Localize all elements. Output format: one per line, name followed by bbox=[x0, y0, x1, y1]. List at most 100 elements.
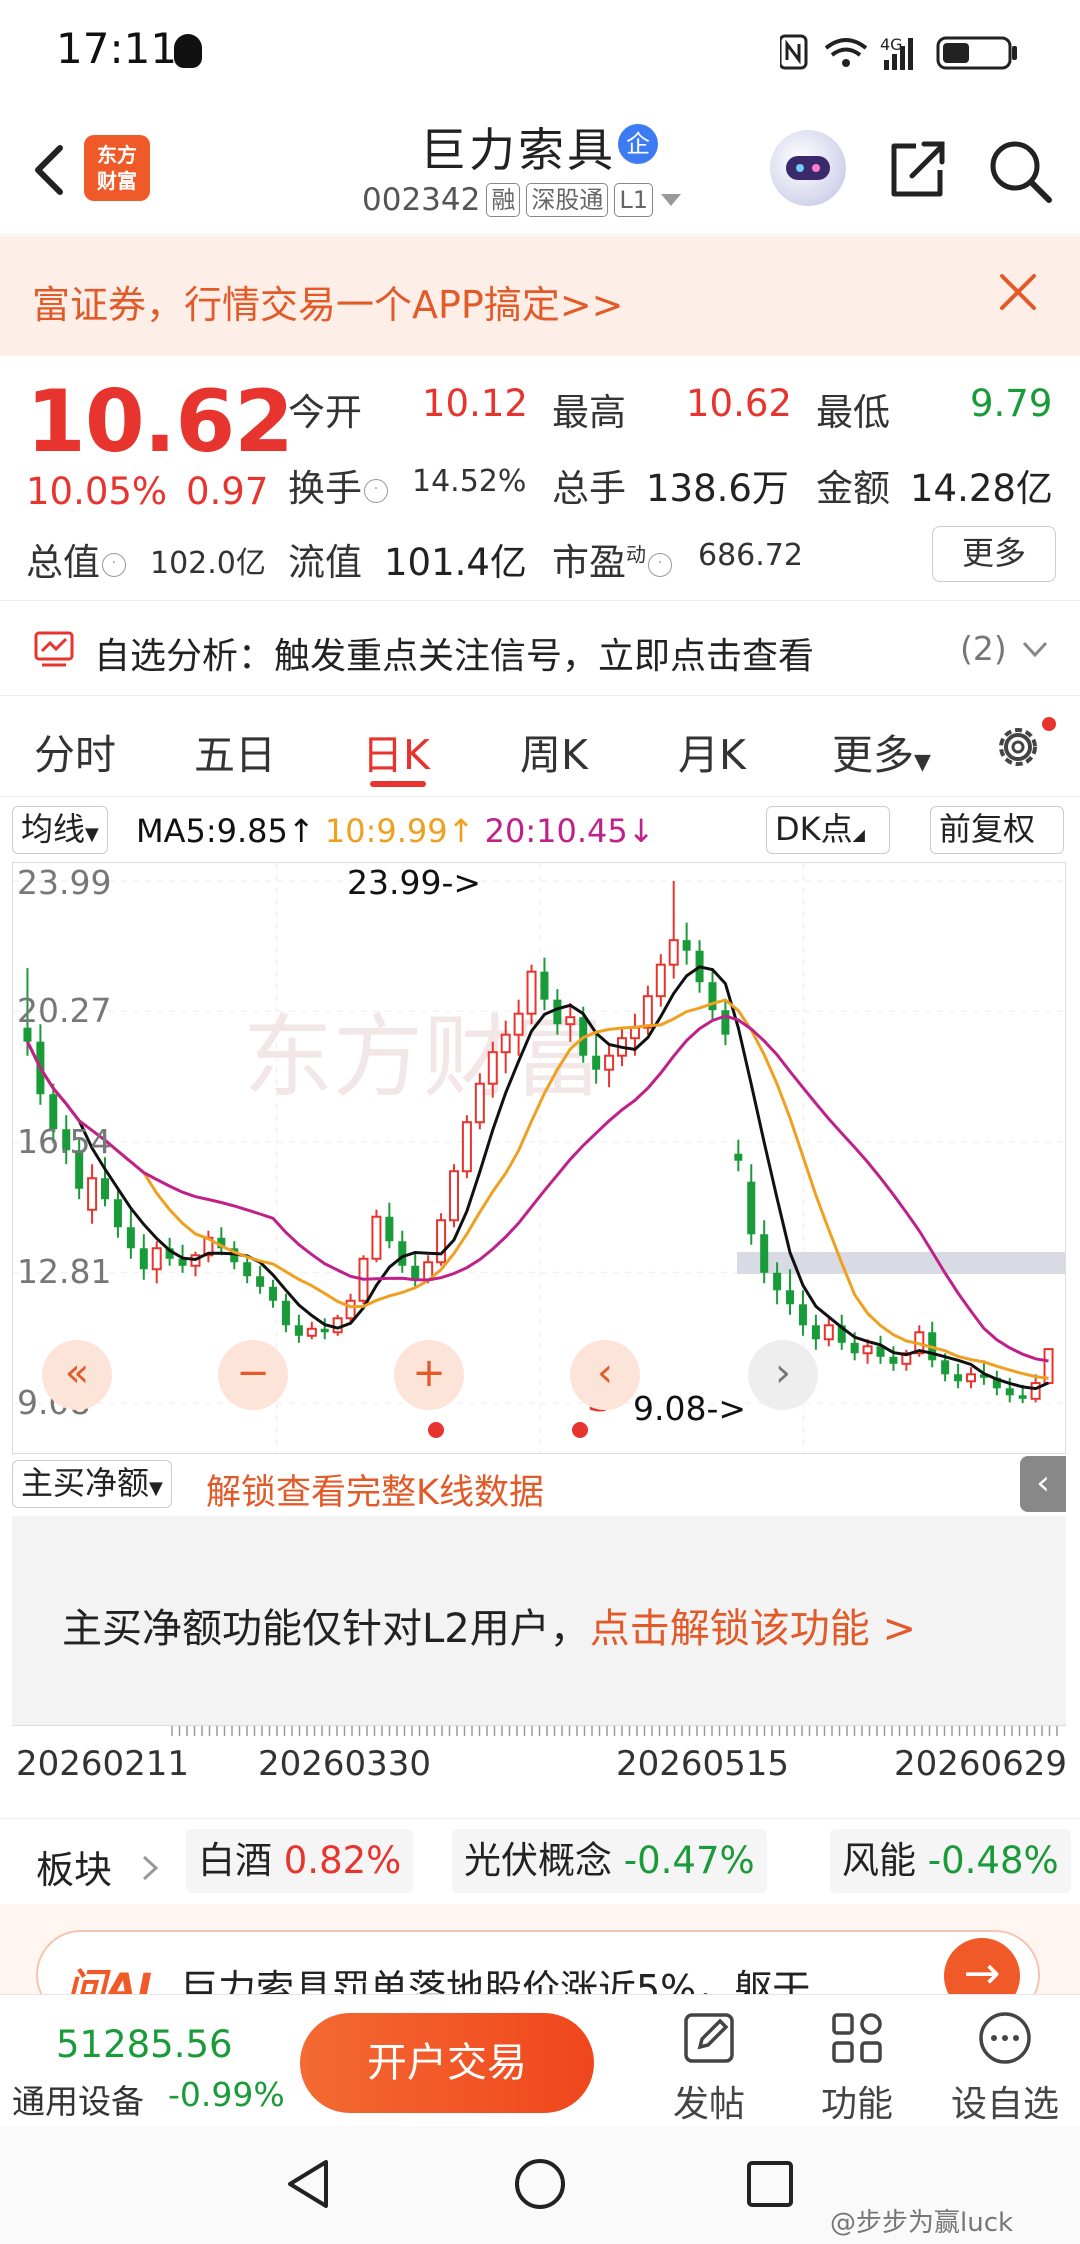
y-tick-label: 20.27 bbox=[17, 991, 112, 1031]
jump-start-button[interactable]: « bbox=[42, 1340, 112, 1410]
candle bbox=[928, 1321, 937, 1368]
tab-intraday[interactable]: 分时 bbox=[34, 721, 116, 781]
system-nav-bar: @步步为赢luck bbox=[0, 2126, 1080, 2244]
sector-chip-wind[interactable]: 风能 -0.48% bbox=[830, 1829, 1071, 1893]
zoom-in-dot bbox=[428, 1422, 444, 1438]
candle bbox=[823, 1318, 834, 1347]
logo-line-2: 财富 bbox=[97, 169, 137, 193]
l2-message: 主买净额功能仅针对L2用户，点击解锁该功能 > bbox=[62, 1606, 916, 1652]
date-ticks bbox=[171, 1726, 1058, 1736]
y-tick-label: 16.54 bbox=[17, 1121, 112, 1161]
tab-daily-k[interactable]: 日K bbox=[362, 721, 430, 781]
zoom-in-button[interactable]: + bbox=[394, 1340, 464, 1410]
amount-value: 14.28亿 bbox=[910, 467, 1053, 510]
gear-icon[interactable] bbox=[990, 719, 1046, 775]
candle bbox=[798, 1290, 807, 1336]
promo-text[interactable]: 富证券，行情交易一个APP搞定>> bbox=[32, 274, 624, 329]
collapse-panel-tab[interactable]: ‹ bbox=[1020, 1456, 1066, 1512]
tab-weekly-k[interactable]: 周K bbox=[520, 721, 588, 781]
zoom-out-button[interactable]: − bbox=[218, 1340, 288, 1410]
candle bbox=[992, 1370, 1001, 1396]
candle-body bbox=[398, 1241, 407, 1266]
candle-body bbox=[565, 1016, 576, 1026]
pe-dynamic-mark: 动 bbox=[626, 542, 646, 567]
tab-more[interactable]: 更多▼ bbox=[832, 721, 931, 781]
turnover-label[interactable]: 换手 · bbox=[288, 458, 390, 512]
candle bbox=[461, 1115, 472, 1179]
net-buy-selector[interactable]: 主买净额▼ bbox=[12, 1460, 172, 1508]
ma20-value: 20:10.45↓ bbox=[484, 812, 655, 850]
back-arrow-icon[interactable] bbox=[24, 140, 84, 200]
candle bbox=[269, 1279, 278, 1308]
candle-body bbox=[604, 1054, 615, 1071]
stock-code-row[interactable]: 002342 融 深股通 L1 bbox=[362, 182, 683, 218]
market-cap-value: 102.0亿 bbox=[150, 546, 266, 581]
analysis-label: 自选分析：触发重点关注信号，立即点击查看 bbox=[94, 636, 815, 677]
candle bbox=[954, 1363, 963, 1389]
tab-five-day[interactable]: 五日 bbox=[194, 721, 276, 781]
status-time: 17:11 bbox=[56, 24, 178, 73]
open-account-button[interactable]: 开户交易 bbox=[300, 2013, 594, 2113]
stock-name[interactable]: 巨力索具 bbox=[420, 114, 616, 180]
index-value[interactable]: 51285.56 bbox=[56, 2023, 233, 2066]
ai-news-strip[interactable]: 问AI 巨力索具罚单落地股价涨近5%，躯干... → bbox=[0, 1904, 1080, 2020]
candle bbox=[217, 1227, 226, 1256]
kline-canvas[interactable]: 东方财富 bbox=[13, 863, 1066, 1454]
tab-monthly-k[interactable]: 月K bbox=[678, 721, 746, 781]
candle bbox=[385, 1202, 394, 1249]
candle-body bbox=[269, 1286, 278, 1301]
nav-home-icon[interactable] bbox=[510, 2154, 570, 2214]
sector-chip-liquor[interactable]: 白酒 0.82% bbox=[186, 1829, 414, 1893]
candle bbox=[126, 1209, 135, 1259]
candle-body bbox=[487, 1051, 498, 1085]
kline-chart[interactable]: 东方财富 23.99 20.27 16.54 12.81 9.08 23.99-> 9.… bbox=[12, 862, 1066, 1454]
nfc-icon bbox=[780, 34, 808, 70]
date-tick: 20260515 bbox=[616, 1744, 790, 1784]
dk-point-selector[interactable]: DK点◢ bbox=[766, 806, 890, 854]
adjust-selector[interactable]: 前复权 bbox=[930, 806, 1064, 854]
candle-body bbox=[385, 1216, 394, 1242]
candle bbox=[436, 1213, 447, 1266]
promo-banner[interactable]: 富证券，行情交易一个APP搞定>> bbox=[0, 236, 1080, 356]
date-tick: 20260211 bbox=[16, 1744, 190, 1784]
sector-chip-pv[interactable]: 光伏概念 -0.47% bbox=[452, 1829, 767, 1893]
active-tab-indicator bbox=[370, 781, 426, 787]
candle-body bbox=[862, 1345, 873, 1355]
candle-body bbox=[734, 1153, 743, 1161]
info-icon: · bbox=[364, 478, 388, 503]
candle-body bbox=[243, 1262, 252, 1277]
change-amount: 0.97 bbox=[186, 470, 269, 513]
post-button[interactable]: 发帖 bbox=[654, 2007, 764, 2127]
grid-icon bbox=[832, 2013, 882, 2063]
function-button[interactable]: 功能 bbox=[802, 2007, 912, 2127]
search-icon[interactable] bbox=[985, 136, 1055, 206]
notification-dot bbox=[1042, 717, 1056, 731]
ai-robot-icon[interactable] bbox=[770, 130, 846, 206]
nav-recents-icon[interactable] bbox=[740, 2154, 800, 2214]
add-watchlist-button[interactable]: 设自选 bbox=[950, 2007, 1060, 2127]
ma-selector[interactable]: 均线▼ bbox=[12, 806, 108, 854]
change-percent: 10.05% bbox=[26, 470, 168, 513]
share-icon[interactable] bbox=[882, 134, 952, 204]
index-name[interactable]: 通用设备 bbox=[12, 2075, 144, 2123]
l2-locked-panel[interactable]: 主买净额功能仅针对L2用户，点击解锁该功能 > bbox=[12, 1516, 1066, 1726]
nav-back-icon[interactable] bbox=[280, 2154, 340, 2214]
market-cap-label[interactable]: 总值 · bbox=[26, 532, 128, 586]
scroll-right-button[interactable]: › bbox=[748, 1340, 818, 1410]
candle-body bbox=[101, 1178, 110, 1200]
candle bbox=[655, 954, 666, 1007]
pe-label[interactable]: 市盈动 · bbox=[552, 532, 674, 586]
l2-unlock-link[interactable]: 点击解锁该功能 > bbox=[590, 1606, 916, 1652]
stock-header: 东方 财富 巨力索具 企 002342 融 深股通 L1 bbox=[0, 100, 1080, 235]
analysis-chart-icon bbox=[34, 631, 74, 667]
candle-body bbox=[811, 1325, 820, 1340]
candle bbox=[747, 1164, 756, 1245]
close-icon[interactable] bbox=[996, 270, 1040, 314]
more-quote-button[interactable]: 更多 bbox=[932, 526, 1056, 582]
scroll-left-button[interactable]: ‹ bbox=[570, 1340, 640, 1410]
candle bbox=[448, 1164, 459, 1228]
unlock-kline-link[interactable]: 解锁查看完整K线数据 bbox=[206, 1464, 544, 1515]
candle-body bbox=[1030, 1382, 1041, 1400]
watchlist-analysis-bar[interactable]: 自选分析：触发重点关注信号，立即点击查看 (2) bbox=[0, 600, 1080, 696]
net-buy-row: 主买净额▼ 解锁查看完整K线数据 bbox=[0, 1456, 1080, 1514]
